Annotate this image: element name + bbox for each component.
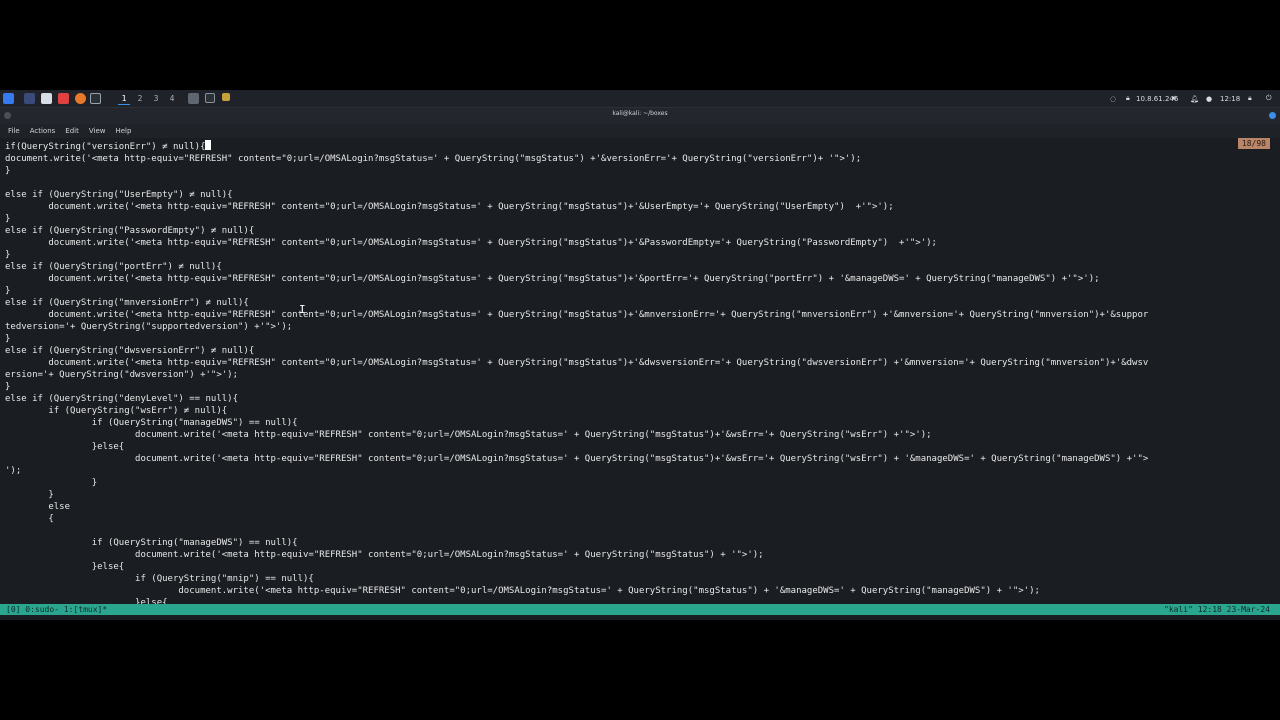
- workspace-3[interactable]: 3: [150, 93, 162, 104]
- volume-icon[interactable]: 🔊︎: [1172, 93, 1176, 104]
- ibeam-cursor-icon: I: [299, 303, 306, 316]
- code-line: ersion='+ QueryString("dwsversion") +'">…: [5, 370, 238, 380]
- code-line: document.write('<meta http-equiv="REFRES…: [5, 202, 894, 212]
- firefox-icon[interactable]: [75, 93, 86, 104]
- window-title: kali@kali: ~/boxes: [612, 110, 668, 117]
- code-line: {: [5, 514, 54, 524]
- code-line: }: [5, 250, 11, 260]
- code-lines: document.write('<meta http-equiv="REFRES…: [5, 154, 1148, 604]
- text-cursor: [205, 140, 212, 150]
- desktop-screen: 1 2 3 4 ◌ 🔒︎ 10.8.61.246 🔊︎ 🔔︎ ● 12:18 🔒…: [0, 90, 1280, 620]
- clock[interactable]: 12:18: [1220, 93, 1240, 104]
- code-line: document.write('<meta http-equiv="REFRES…: [5, 430, 932, 440]
- code-line: document.write('<meta http-equiv="REFRES…: [5, 154, 862, 164]
- menu-help[interactable]: Help: [115, 127, 131, 135]
- code-line: else if (QueryString("PasswordEmpty") ≠ …: [5, 226, 255, 236]
- code-line: ');: [5, 466, 22, 476]
- show-desktop-icon[interactable]: [24, 93, 35, 104]
- workspace-2[interactable]: 2: [134, 93, 146, 104]
- text-editor-icon[interactable]: [58, 93, 69, 104]
- lock-screen-icon[interactable]: 🔒︎: [1248, 93, 1252, 104]
- code-line: }else{: [5, 562, 125, 572]
- code-line: if (QueryString("mnip") == null){: [5, 574, 314, 584]
- code-line: }: [5, 166, 11, 176]
- code-line: if (QueryString("manageDWS") == null){: [5, 538, 298, 548]
- menu-actions[interactable]: Actions: [30, 127, 56, 135]
- kali-menu-icon[interactable]: [3, 93, 14, 104]
- code-line: else if (QueryString("UserEmpty") ≠ null…: [5, 190, 233, 200]
- code-line: tedversion='+ QueryString("supportedvers…: [5, 322, 293, 332]
- code-line: else if (QueryString("portErr") ≠ null){: [5, 262, 222, 272]
- menubar: File Actions Edit View Help: [0, 124, 1280, 138]
- code-line: document.write('<meta http-equiv="REFRES…: [5, 550, 764, 560]
- code-line: else if (QueryString("denyLevel") == nul…: [5, 394, 238, 404]
- code-view: if(QueryString("versionErr") ≠ null){ do…: [5, 140, 1148, 604]
- file-manager-icon[interactable]: [41, 93, 52, 104]
- code-line: else: [5, 502, 71, 512]
- code-line: }: [5, 286, 11, 296]
- tmux-status-bar: [0] 0:sudo- 1:[tmux]* "kali" 12:18 23-Ma…: [0, 604, 1280, 615]
- code-line: else if (QueryString("mnversionErr") ≠ n…: [5, 298, 249, 308]
- taskbar-terminal-icon[interactable]: [205, 93, 215, 103]
- code-line: document.write('<meta http-equiv="REFRES…: [5, 310, 1149, 320]
- vpn-lock-icon[interactable]: 🔒︎: [1126, 93, 1130, 104]
- taskbar-burp-icon[interactable]: [222, 93, 230, 101]
- workspace-4[interactable]: 4: [166, 93, 178, 104]
- code-line: if (QueryString("manageDWS") == null){: [5, 418, 298, 428]
- window-titlebar: kali@kali: ~/boxes: [0, 108, 1280, 124]
- code-line: }: [5, 478, 98, 488]
- menu-edit[interactable]: Edit: [65, 127, 79, 135]
- code-line: document.write('<meta http-equiv="REFRES…: [5, 358, 1149, 368]
- notification-bell-icon[interactable]: 🔔︎: [1190, 93, 1199, 104]
- code-line: document.write('<meta http-equiv="REFRES…: [5, 238, 937, 248]
- line-counter: 18/98: [1237, 138, 1270, 149]
- taskbar-app-icon[interactable]: [188, 93, 199, 104]
- tmux-host-time: "kali" 12:18 23-Mar-24: [1164, 605, 1270, 614]
- code-line: document.write('<meta http-equiv="REFRES…: [5, 586, 1040, 596]
- code-line: else if (QueryString("dwsversionErr") ≠ …: [5, 346, 255, 356]
- code-first-line: if(QueryString("versionErr") ≠ null){: [5, 142, 206, 152]
- menu-file[interactable]: File: [8, 127, 20, 135]
- code-line: }: [5, 382, 11, 392]
- code-line: document.write('<meta http-equiv="REFRES…: [5, 274, 1100, 284]
- terminal-pane[interactable]: if(QueryString("versionErr") ≠ null){ do…: [0, 138, 1280, 604]
- workspace-1[interactable]: 1: [118, 93, 130, 105]
- top-panel: 1 2 3 4 ◌ 🔒︎ 10.8.61.246 🔊︎ 🔔︎ ● 12:18 🔒…: [0, 90, 1280, 108]
- code-line: }: [5, 490, 54, 500]
- menu-view[interactable]: View: [89, 127, 106, 135]
- code-line: }: [5, 334, 11, 344]
- tmux-windows[interactable]: [0] 0:sudo- 1:[tmux]*: [6, 604, 107, 615]
- code-line: document.write('<meta http-equiv="REFRES…: [5, 454, 1149, 464]
- network-icon[interactable]: ◌: [1110, 93, 1116, 104]
- power-manager-icon[interactable]: ●: [1206, 93, 1212, 104]
- close-icon[interactable]: [1269, 112, 1276, 119]
- code-line: }else{: [5, 442, 125, 452]
- terminal-launcher-icon[interactable]: [90, 93, 101, 104]
- code-line: if (QueryString("wsErr") ≠ null){: [5, 406, 228, 416]
- power-icon[interactable]: ⏻: [1266, 93, 1272, 104]
- code-line: }: [5, 214, 11, 224]
